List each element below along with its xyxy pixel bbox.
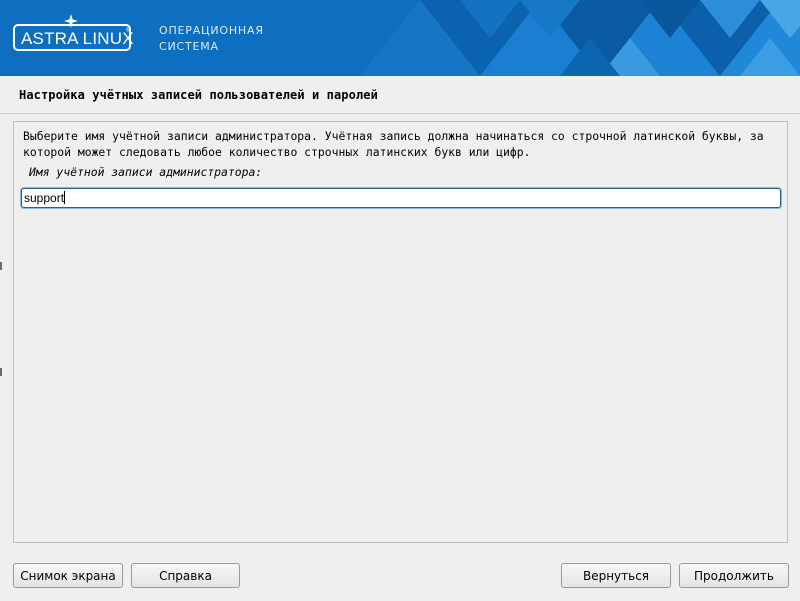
os-subtitle-line1: ОПЕРАЦИОННАЯ <box>159 24 264 37</box>
description-text: Выберите имя учётной записи администрато… <box>23 129 771 159</box>
username-input[interactable]: support <box>21 188 781 208</box>
edge-mark <box>0 368 2 376</box>
content-panel: Выберите имя учётной записи администрато… <box>13 121 788 543</box>
page-title: Настройка учётных записей пользователей … <box>19 88 378 102</box>
astra-linux-logo: ASTRA LINUX <box>13 24 134 51</box>
screenshot-button[interactable]: Снимок экрана <box>13 563 123 588</box>
username-field-label: Имя учётной записи администратора: <box>29 165 263 179</box>
header-banner: ASTRA LINUX ® ОПЕРАЦИОННАЯ СИСТЕМА <box>0 0 800 76</box>
back-button[interactable]: Вернуться <box>561 563 671 588</box>
username-input-value: support <box>24 191 65 205</box>
logo-text: ASTRA LINUX <box>21 29 134 48</box>
os-subtitle: ОПЕРАЦИОННАЯ СИСТЕМА <box>159 23 264 55</box>
title-divider <box>0 113 800 114</box>
text-caret <box>64 191 66 204</box>
help-button[interactable]: Справка <box>131 563 240 588</box>
edge-mark <box>0 262 2 270</box>
registered-mark: ® <box>126 28 131 34</box>
star-icon <box>64 14 78 28</box>
continue-button[interactable]: Продолжить <box>679 563 789 588</box>
os-subtitle-line2: СИСТЕМА <box>159 40 219 53</box>
